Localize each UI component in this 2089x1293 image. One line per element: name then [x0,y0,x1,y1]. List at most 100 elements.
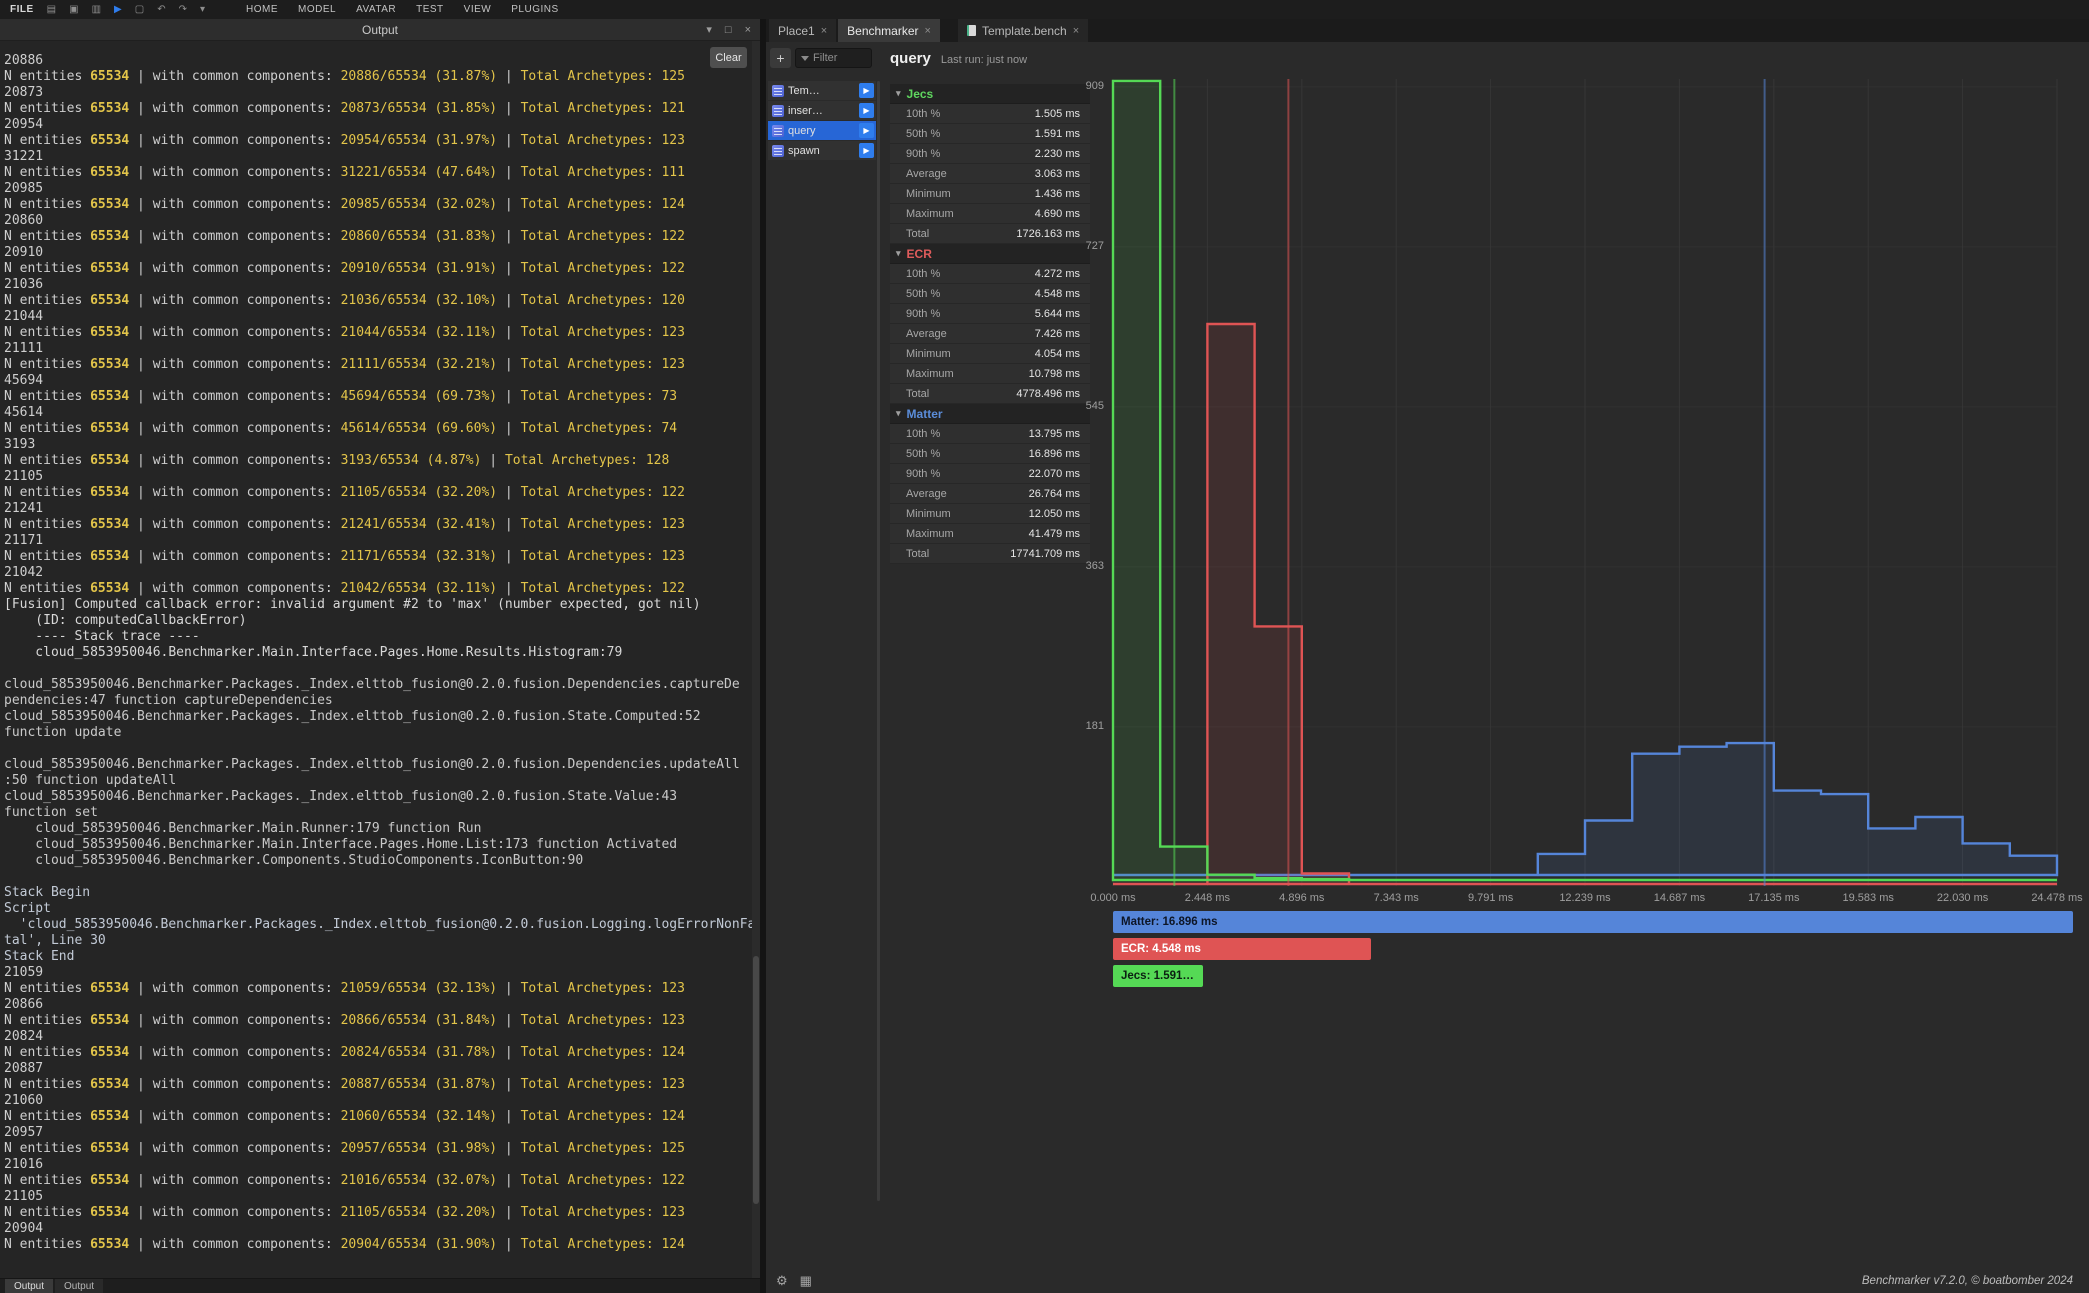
log-text-segment: | [497,101,520,116]
stats-section-name: Jecs [907,87,934,101]
panel-menu-chevron-icon[interactable]: ▾ [706,23,712,36]
log-entity-detail: N entities 65534 | with common component… [4,293,752,309]
log-text-segment: | with common components: [129,1173,340,1188]
log-text-segment: 65534 [90,981,129,996]
tab-place1[interactable]: Place1 × [769,19,836,42]
output-scrollbar[interactable] [752,41,760,1278]
log-text-segment: 65534 [90,485,129,500]
undo-icon[interactable]: ↶ [157,4,165,15]
redo-icon[interactable]: ↷ [179,4,187,15]
stat-label: Maximum [906,208,954,220]
stats-section-name: ECR [907,247,932,261]
ribbon-tab-plugins[interactable]: PLUGINS [511,4,558,15]
report-icon[interactable]: ▦ [800,1273,812,1289]
log-entity-detail: N entities 65534 | with common component… [4,1077,752,1093]
log-entity-detail: N entities 65534 | with common component… [4,1013,752,1029]
log-text-segment: Total Archetypes: 123 [521,1205,685,1220]
chevron-down-icon[interactable]: ▾ [200,4,205,15]
log-text-segment: | with common components: [129,549,340,564]
benchmark-item-label: spawn [788,145,859,157]
benchmark-item[interactable]: inser…▶ [768,101,876,120]
log-text-segment: N entities [4,1077,90,1092]
log-text-segment: Total Archetypes: 123 [521,133,685,148]
log-text-segment: N entities [4,389,90,404]
ribbon-tab-test[interactable]: TEST [416,4,444,15]
version-label: Benchmarker v7.2.0, © boatbomber 2024 [1862,1275,2073,1287]
new-file-icon[interactable]: ▤ [47,4,56,15]
stat-value: 17741.709 ms [1010,548,1080,560]
select-tool-icon[interactable]: ▢ [135,4,144,15]
x-axis-label: 17.135 ms [1729,892,1819,904]
panel-close-icon[interactable]: × [745,24,751,36]
tab-close-icon[interactable]: × [925,25,931,37]
tab-close-icon[interactable]: × [821,25,827,37]
dock-tab-output[interactable]: Output [5,1279,53,1293]
log-text-segment: | with common components: [129,389,340,404]
log-text-segment: 20860/65534 (31.83%) [341,229,498,244]
stat-label: Minimum [906,348,951,360]
stat-value: 1.505 ms [1035,108,1080,120]
tab-benchmarker[interactable]: Benchmarker× [838,19,940,42]
benchmark-list-scrollbar[interactable] [877,81,880,1201]
file-menu[interactable]: FILE [10,4,34,15]
log-text-segment: 65534 [90,517,129,532]
scrollbar-thumb[interactable] [753,956,759,1203]
settings-gear-icon[interactable]: ⚙ [776,1273,788,1289]
stat-value: 22.070 ms [1029,468,1080,480]
log-text-segment: 65534 [90,325,129,340]
stat-label: 10th % [906,428,940,440]
play-icon[interactable]: ▶ [114,4,122,15]
log-entity-detail: N entities 65534 | with common component… [4,517,752,533]
log-text-segment: 65534 [90,1205,129,1220]
filter-input[interactable] [813,52,866,64]
stat-label: Average [906,168,947,180]
stat-value: 12.050 ms [1029,508,1080,520]
panel-float-icon[interactable]: □ [725,24,732,36]
log-entity-count: 21111 [4,341,752,357]
log-text-segment: | [497,1205,520,1220]
run-benchmark-button[interactable]: ▶ [859,103,874,118]
benchmarker-panel: Place1×Benchmarker×Template.bench× query… [766,19,2089,1293]
log-text-segment: Total Archetypes: 122 [521,1173,685,1188]
benchmark-item[interactable]: Tem…▶ [768,81,876,100]
log-text-segment: N entities [4,261,90,276]
add-benchmark-button[interactable]: + [770,48,791,68]
tab-label: Place1 [778,24,815,38]
log-blank-line [4,869,752,885]
log-text-segment: 20904/65534 (31.90%) [341,1237,498,1252]
ribbon-tab-model[interactable]: MODEL [298,4,336,15]
ribbon-tab-avatar[interactable]: AVATAR [356,4,396,15]
ribbon-tab-view[interactable]: VIEW [464,4,492,15]
stat-label: Minimum [906,508,951,520]
log-text-segment: 65534 [90,229,129,244]
open-file-icon[interactable]: ▣ [69,4,78,15]
run-benchmark-button[interactable]: ▶ [859,123,874,138]
stat-label: Total [906,548,929,560]
tab-close-icon[interactable]: × [1073,25,1079,37]
last-run-label: Last run: just now [941,54,1027,66]
ribbon-tab-home[interactable]: HOME [246,4,278,15]
legend-bar-ecr: ECR: 4.548 ms [1113,938,1371,960]
log-entity-count: 21105 [4,469,752,485]
log-text-segment: Total Archetypes: 122 [521,229,685,244]
log-text-segment: N entities [4,293,90,308]
legend-bar-matter: Matter: 16.896 ms [1113,911,2073,933]
benchmark-item[interactable]: spawn▶ [768,141,876,160]
stat-value: 16.896 ms [1029,448,1080,460]
log-entity-count: 21241 [4,501,752,517]
clear-output-button[interactable]: Clear [710,47,747,68]
stat-label: 50th % [906,288,940,300]
tab-template-bench[interactable]: Template.bench× [958,19,1088,42]
legend-bar-jecs: Jecs: 1.591 ms [1113,965,1203,987]
dock-tab-output[interactable]: Output [55,1279,103,1293]
run-benchmark-button[interactable]: ▶ [859,83,874,98]
histogram-chart [1106,75,2076,895]
save-icon[interactable]: ▥ [92,4,101,15]
log-text-segment: 65534 [90,1077,129,1092]
stat-value: 1726.163 ms [1016,228,1080,240]
x-axis-label: 24.478 ms [2012,892,2089,904]
log-entity-count: 21016 [4,1157,752,1173]
run-benchmark-button[interactable]: ▶ [859,143,874,158]
log-text-segment: Total Archetypes: 123 [521,325,685,340]
benchmark-item[interactable]: query▶ [768,121,876,140]
